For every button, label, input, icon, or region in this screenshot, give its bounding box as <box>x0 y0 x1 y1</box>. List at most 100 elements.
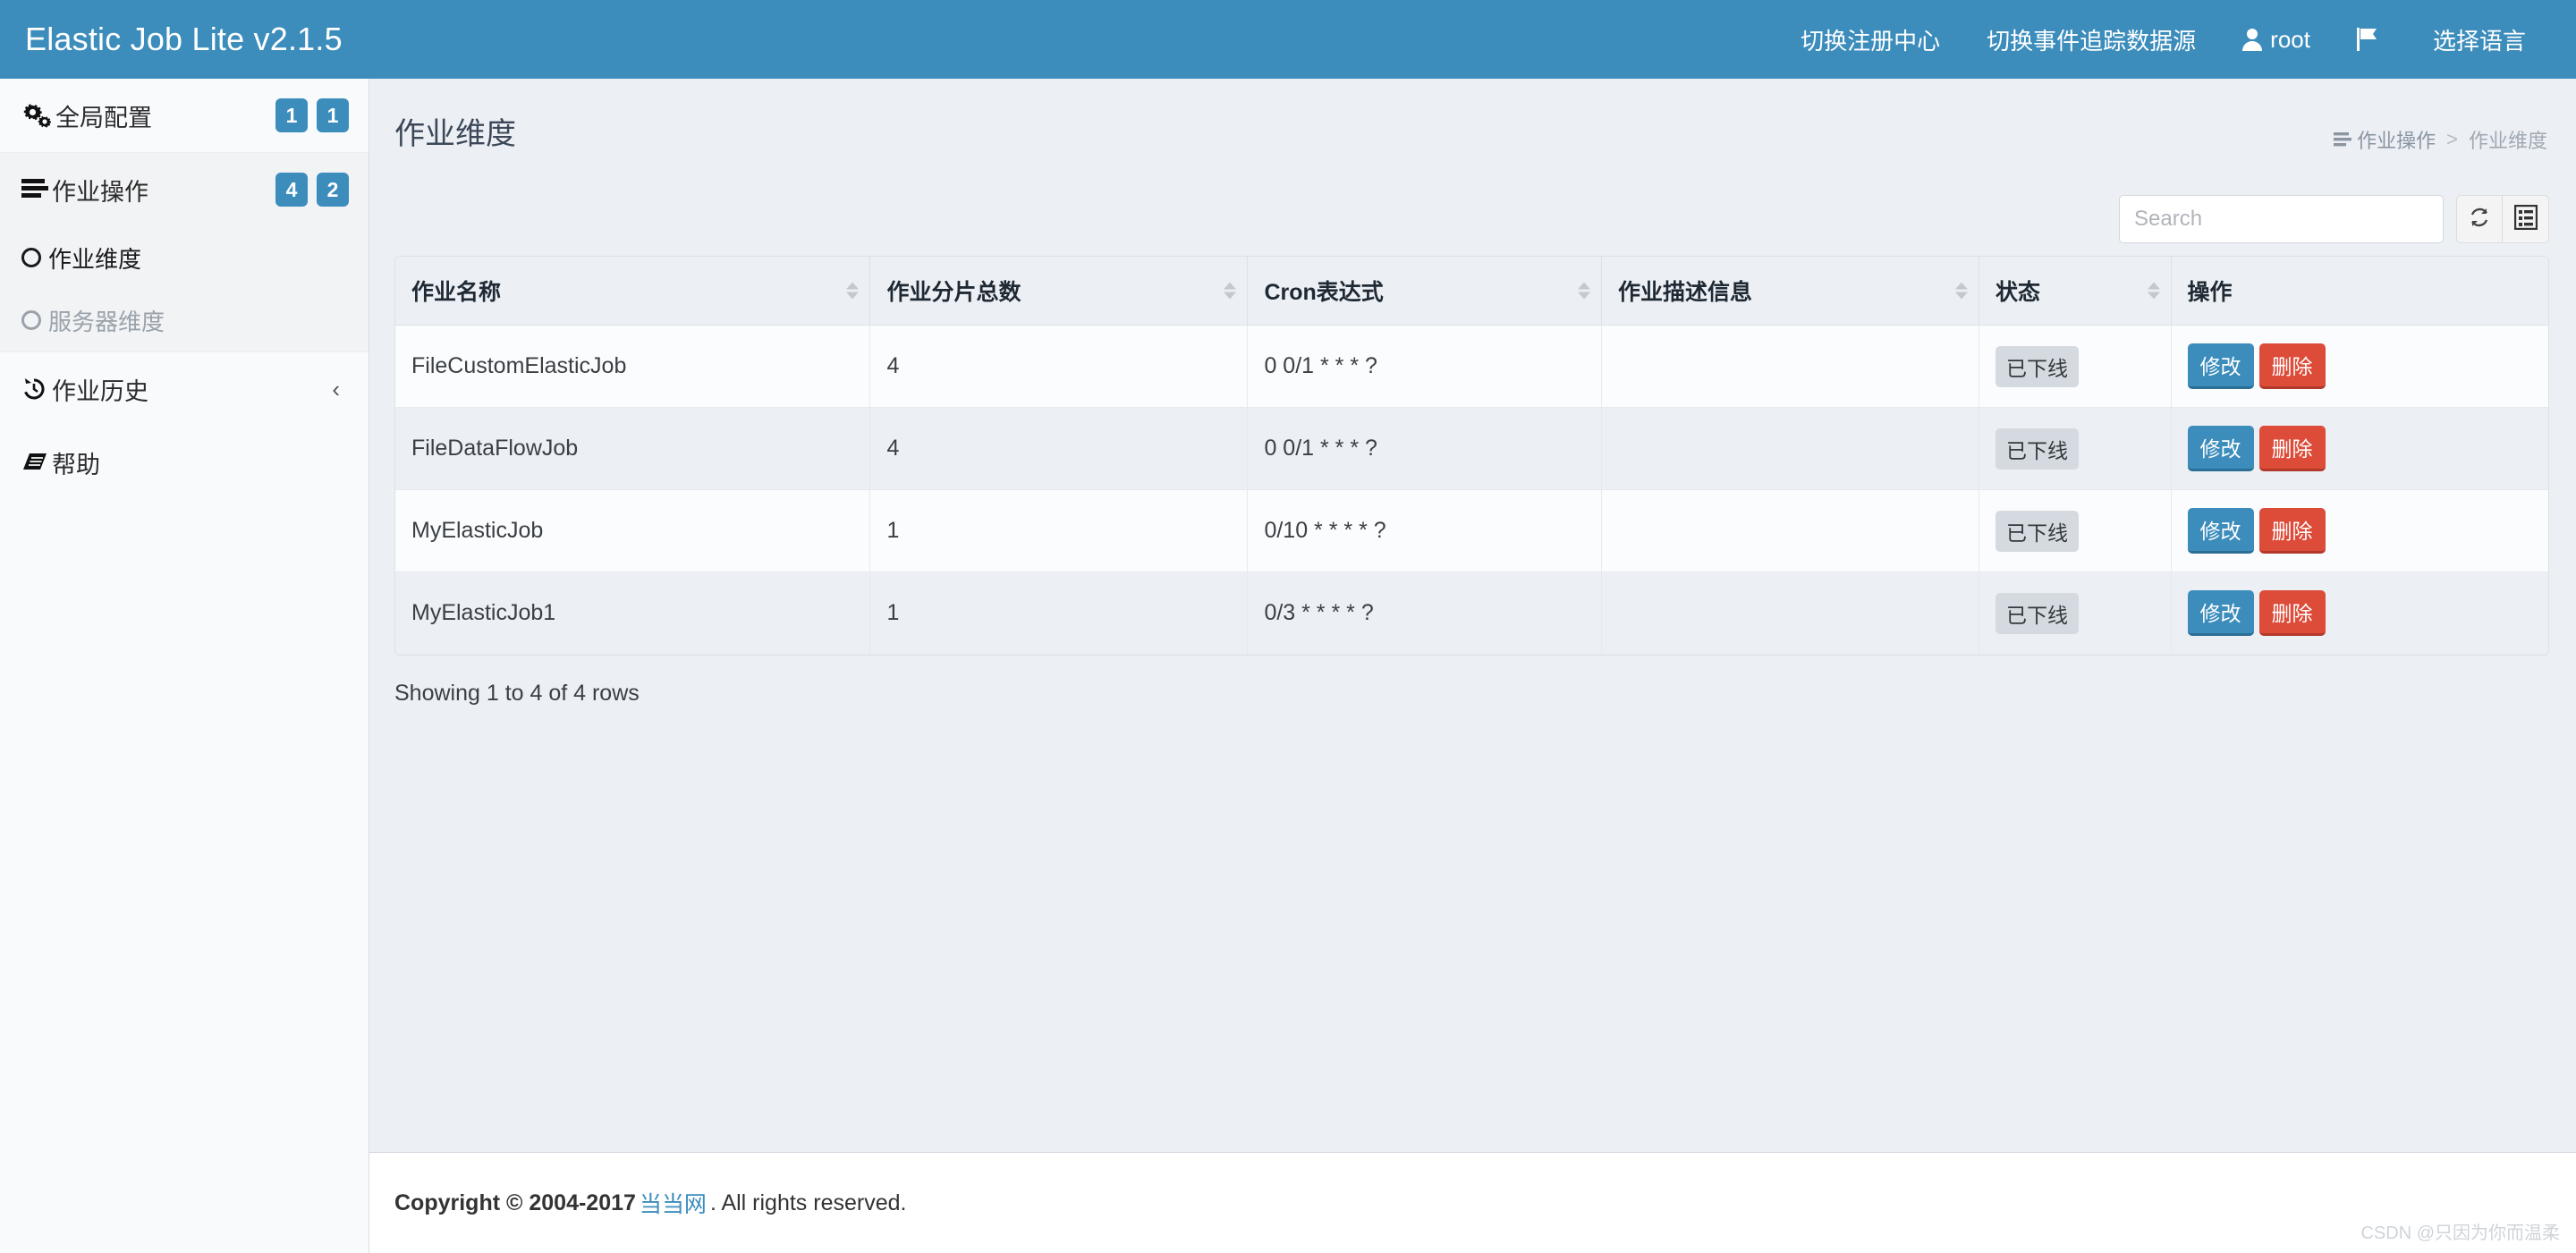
nav-user[interactable]: root <box>2219 0 2334 79</box>
table-row[interactable]: FileCustomElasticJob 4 0 0/1 * * * ? 已下线… <box>395 325 2548 408</box>
nav-switch-registry[interactable]: 切换注册中心 <box>1777 0 1963 79</box>
list-icon <box>21 178 48 201</box>
top-navbar: Elastic Job Lite v2.1.5 切换注册中心 切换事件追踪数据源… <box>0 0 2576 79</box>
table-row[interactable]: MyElasticJob1 1 0/3 * * * * ? 已下线 修改 删除 <box>395 571 2548 655</box>
column-header-job-name[interactable]: 作业名称 <box>395 257 871 326</box>
sidebar-item-job-history-label: 作业历史 <box>52 377 148 405</box>
badge-count: 1 <box>317 98 349 132</box>
nav-select-language-label: 选择语言 <box>2432 27 2526 55</box>
nav-select-language[interactable]: 选择语言 <box>2410 0 2549 79</box>
sidebar-item-global-config-label: 全局配置 <box>55 104 152 131</box>
cell-operation: 修改 删除 <box>2171 489 2548 572</box>
row-action-buttons: 修改 删除 <box>2187 426 2533 471</box>
sidebar-item-job-history[interactable]: 作业历史 ‹ <box>0 352 369 426</box>
cell-job-name: MyElasticJob <box>395 489 871 572</box>
cell-cron: 0/3 * * * * ? <box>1247 571 1603 655</box>
sidebar-item-job-dimension-label: 作业维度 <box>48 245 142 273</box>
column-header-description[interactable]: 作业描述信息 <box>1601 257 1979 326</box>
circle-icon <box>21 248 41 267</box>
jobs-table: 作业名称 作业分片总数 Cron表达式 作业描述信息 状态 操作 FileCus… <box>395 257 2548 655</box>
cell-job-name: FileDataFlowJob <box>395 407 871 490</box>
badge-count: 1 <box>275 98 308 132</box>
page-title: 作业维度 <box>394 117 516 151</box>
edit-button[interactable]: 修改 <box>2187 508 2254 554</box>
status-badge: 已下线 <box>1996 510 2079 552</box>
search-input[interactable] <box>2119 195 2444 243</box>
table-row[interactable]: MyElasticJob 1 0/10 * * * * ? 已下线 修改 删除 <box>395 489 2548 572</box>
cell-cron: 0 0/1 * * * ? <box>1247 407 1603 490</box>
navbar-right-menu: 切换注册中心 切换事件追踪数据源 root 选择语言 <box>1777 0 2576 79</box>
columns-toggle-button[interactable] <box>2503 195 2549 243</box>
table-header-row: 作业名称 作业分片总数 Cron表达式 作业描述信息 状态 操作 <box>395 257 2548 326</box>
nav-flag[interactable] <box>2334 0 2410 79</box>
breadcrumb: 作业操作 > 作业维度 <box>2334 125 2547 154</box>
cell-job-name: FileCustomElasticJob <box>395 325 871 408</box>
row-action-buttons: 修改 删除 <box>2187 343 2533 389</box>
column-header-cron-label: Cron表达式 <box>1264 280 1384 305</box>
history-icon <box>21 377 48 402</box>
edit-button[interactable]: 修改 <box>2187 426 2254 471</box>
column-header-cron[interactable]: Cron表达式 <box>1247 257 1603 326</box>
table-row[interactable]: FileDataFlowJob 4 0 0/1 * * * ? 已下线 修改 删… <box>395 407 2548 490</box>
column-header-shard-total-label: 作业分片总数 <box>886 280 1021 305</box>
rows-info: Showing 1 to 4 of 4 rows <box>394 681 640 706</box>
status-badge: 已下线 <box>1996 592 2079 634</box>
sidebar-item-server-dimension[interactable]: 服务器维度 <box>0 289 369 351</box>
list-icon <box>2334 131 2352 148</box>
delete-button[interactable]: 删除 <box>2258 590 2326 636</box>
status-badge: 已下线 <box>1996 345 2079 387</box>
app-brand[interactable]: Elastic Job Lite v2.1.5 <box>0 0 369 79</box>
cell-operation: 修改 删除 <box>2171 407 2548 490</box>
cell-status: 已下线 <box>1979 407 2172 490</box>
columns-list-icon <box>2513 204 2538 234</box>
chevron-left-icon[interactable]: ‹ <box>332 376 340 403</box>
gears-icon <box>21 102 52 129</box>
sidebar-item-job-dimension[interactable]: 作业维度 <box>0 226 369 289</box>
cell-status: 已下线 <box>1979 571 2172 655</box>
dangdang-link[interactable]: 当当网 <box>640 1187 707 1219</box>
sort-icon[interactable] <box>1224 282 1237 300</box>
sidebar-item-server-dimension-label: 服务器维度 <box>48 308 165 335</box>
refresh-button[interactable] <box>2456 195 2503 243</box>
row-action-buttons: 修改 删除 <box>2187 508 2533 554</box>
delete-button[interactable]: 删除 <box>2258 343 2326 389</box>
cell-shard-total: 1 <box>869 489 1249 572</box>
column-header-shard-total[interactable]: 作业分片总数 <box>869 257 1249 326</box>
jobs-table-head: 作业名称 作业分片总数 Cron表达式 作业描述信息 状态 操作 <box>395 257 2548 326</box>
sidebar-item-job-operation[interactable]: 作业操作 4 2 <box>0 153 369 226</box>
badge-count: 4 <box>275 173 308 207</box>
book-icon <box>21 451 48 474</box>
cell-status: 已下线 <box>1979 325 2172 408</box>
page-header: 作业维度 作业操作 > 作业维度 <box>369 79 2576 175</box>
column-header-job-name-label: 作业名称 <box>411 280 502 305</box>
watermark: CSDN @只因为你而温柔 <box>2360 1223 2560 1243</box>
flag-icon <box>2356 28 2378 51</box>
sidebar-item-help[interactable]: 帮助 <box>0 426 369 499</box>
sort-icon[interactable] <box>1578 282 1591 300</box>
breadcrumb-parent[interactable]: 作业操作 <box>2357 125 2436 154</box>
cell-operation: 修改 删除 <box>2171 571 2548 655</box>
cell-shard-total: 4 <box>869 325 1249 408</box>
breadcrumb-separator: > <box>2446 128 2458 150</box>
user-icon <box>2242 28 2263 51</box>
cell-shard-total: 1 <box>869 571 1249 655</box>
breadcrumb-current: 作业维度 <box>2468 130 2547 152</box>
cell-job-name: MyElasticJob1 <box>395 571 871 655</box>
nav-switch-event-trace-label: 切换事件追踪数据源 <box>1987 27 2197 55</box>
column-header-status-label: 状态 <box>1996 280 2041 305</box>
nav-switch-event-trace[interactable]: 切换事件追踪数据源 <box>1963 0 2219 79</box>
sort-icon[interactable] <box>846 282 860 300</box>
delete-button[interactable]: 删除 <box>2258 508 2326 554</box>
sidebar-item-global-config[interactable]: 全局配置 1 1 <box>0 79 369 152</box>
column-header-status[interactable]: 状态 <box>1979 257 2172 326</box>
edit-button[interactable]: 修改 <box>2187 590 2254 636</box>
circle-icon <box>21 310 41 330</box>
sort-icon[interactable] <box>2147 282 2160 300</box>
column-header-operation-label: 操作 <box>2187 280 2233 305</box>
delete-button[interactable]: 删除 <box>2258 426 2326 471</box>
sort-icon[interactable] <box>1955 282 1968 300</box>
sidebar-item-help-label: 帮助 <box>52 451 100 478</box>
sidebar-group-job-operation: 作业操作 4 2 作业维度 服务器维度 <box>0 152 369 352</box>
sidebar-global-config-badges: 1 1 <box>275 98 349 132</box>
edit-button[interactable]: 修改 <box>2187 343 2254 389</box>
